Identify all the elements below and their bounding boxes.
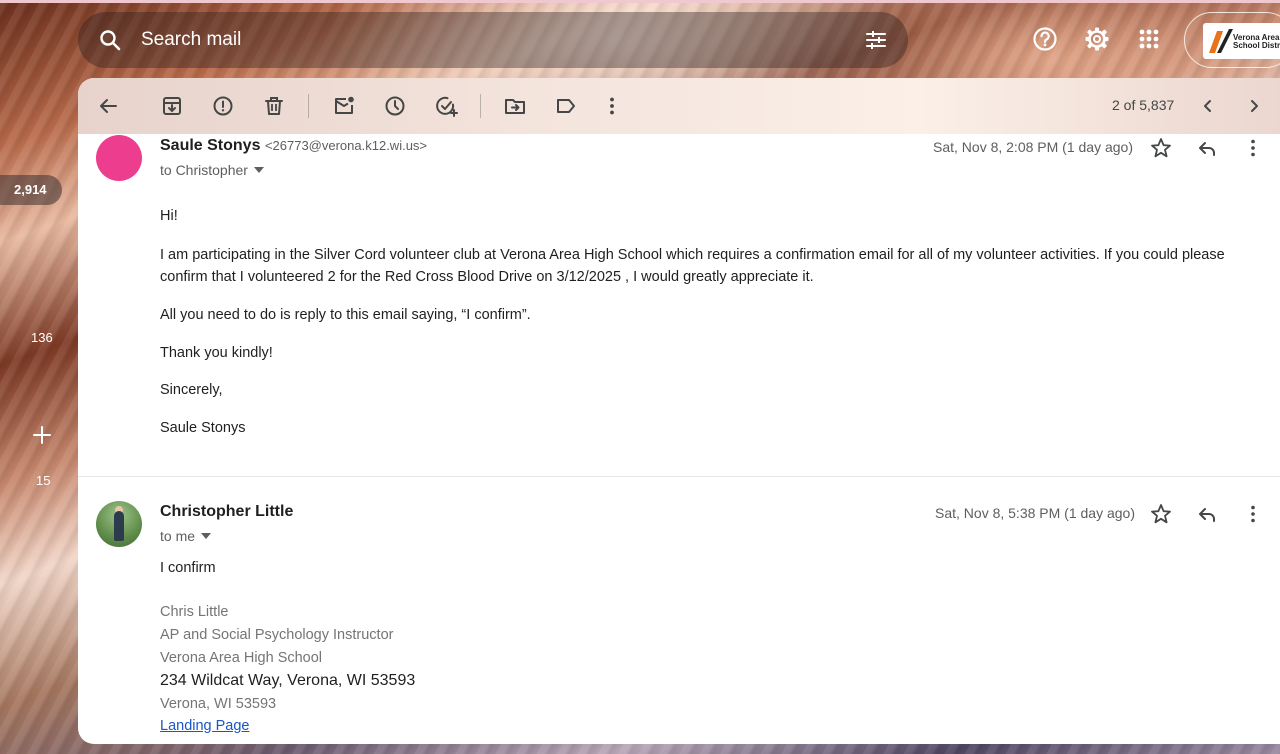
logo-text-line2: School District (1233, 41, 1280, 50)
signature-city: Verona, WI 53593 (160, 696, 277, 712)
search-icon[interactable] (98, 28, 122, 52)
move-to-folder-icon[interactable] (503, 94, 527, 118)
recipient-label: to me (160, 528, 196, 544)
toolbar-separator (480, 94, 481, 118)
message-view-panel: 2 of 5,837 Saule Stonys <26773@verona.k1… (78, 78, 1280, 744)
apps-grid-icon[interactable] (1136, 26, 1162, 52)
sender-avatar-photo[interactable] (96, 501, 142, 547)
message-body-line: Hi! (160, 208, 178, 224)
message-more-icon[interactable] (1241, 136, 1265, 160)
signature-name: Chris Little (160, 604, 229, 620)
message-date: Sat, Nov 8, 2:08 PM (1 day ago) (933, 139, 1133, 155)
back-arrow-icon[interactable] (96, 94, 120, 118)
recipient-line[interactable]: to Christopher (160, 162, 264, 178)
recipient-line[interactable]: to me (160, 528, 212, 544)
more-options-icon[interactable] (600, 94, 624, 118)
snooze-clock-icon[interactable] (383, 94, 407, 118)
message-toolbar: 2 of 5,837 (78, 78, 1280, 134)
help-icon[interactable] (1032, 26, 1058, 52)
sender-email: <26773@verona.k12.wi.us> (264, 138, 428, 153)
signature-landing-page-link[interactable]: Landing Page (160, 718, 250, 734)
signature-school: Verona Area High School (160, 650, 323, 666)
search-input[interactable]: Search mail (141, 29, 241, 51)
message-body-paragraph: I am participating in the Silver Cord vo… (160, 247, 1225, 285)
inbox-unread-count[interactable]: 2,914 (0, 175, 62, 205)
message-divider (78, 476, 1280, 477)
plus-icon[interactable] (31, 424, 53, 446)
star-icon[interactable] (1149, 502, 1173, 526)
message-more-icon[interactable] (1241, 502, 1265, 526)
star-icon[interactable] (1149, 136, 1173, 160)
sender-avatar[interactable] (96, 135, 142, 181)
chevron-right-icon[interactable] (1242, 94, 1266, 118)
mark-unread-icon[interactable] (332, 94, 356, 118)
label-tag-icon[interactable] (554, 94, 578, 118)
reply-icon[interactable] (1195, 502, 1219, 526)
toolbar-separator (308, 94, 309, 118)
archive-icon[interactable] (160, 94, 184, 118)
reply-icon[interactable] (1195, 136, 1219, 160)
sender-name[interactable]: Saule Stonys (160, 137, 260, 154)
message-body-line: Saule Stonys (160, 420, 246, 436)
message-date: Sat, Nov 8, 5:38 PM (1 day ago) (935, 505, 1135, 521)
district-logo-mark-icon (1209, 29, 1233, 53)
top-accent-line (0, 0, 1280, 3)
signature-title: AP and Social Psychology Instructor (160, 627, 394, 643)
chevron-left-icon[interactable] (1196, 94, 1220, 118)
search-options-icon[interactable] (864, 28, 888, 52)
school-district-logo: Verona Area School District (1203, 23, 1280, 59)
caret-down-icon[interactable] (201, 533, 212, 539)
caret-down-icon[interactable] (253, 167, 264, 173)
rail-count-15[interactable]: 15 (36, 473, 50, 488)
message-body-line: I confirm (160, 560, 216, 576)
recipient-label: to Christopher (160, 162, 248, 178)
rail-count-136[interactable]: 136 (31, 330, 53, 345)
delete-trash-icon[interactable] (262, 94, 286, 118)
account-switcher[interactable]: Verona Area School District (1184, 12, 1280, 68)
report-spam-icon[interactable] (211, 94, 235, 118)
signature-address[interactable]: 234 Wildcat Way, Verona, WI 53593 (160, 672, 415, 690)
sender-header: Saule Stonys <26773@verona.k12.wi.us> (160, 137, 427, 155)
add-to-tasks-icon[interactable] (434, 94, 458, 118)
message-position-counter: 2 of 5,837 (1112, 97, 1175, 113)
message-body-line: Thank you kindly! (160, 345, 273, 361)
message-body-line: Sincerely, (160, 382, 223, 398)
message-body-line: All you need to do is reply to this emai… (160, 307, 531, 323)
settings-gear-icon[interactable] (1084, 26, 1110, 52)
search-bar[interactable]: Search mail (78, 12, 908, 68)
sender-name[interactable]: Christopher Little (160, 503, 293, 521)
